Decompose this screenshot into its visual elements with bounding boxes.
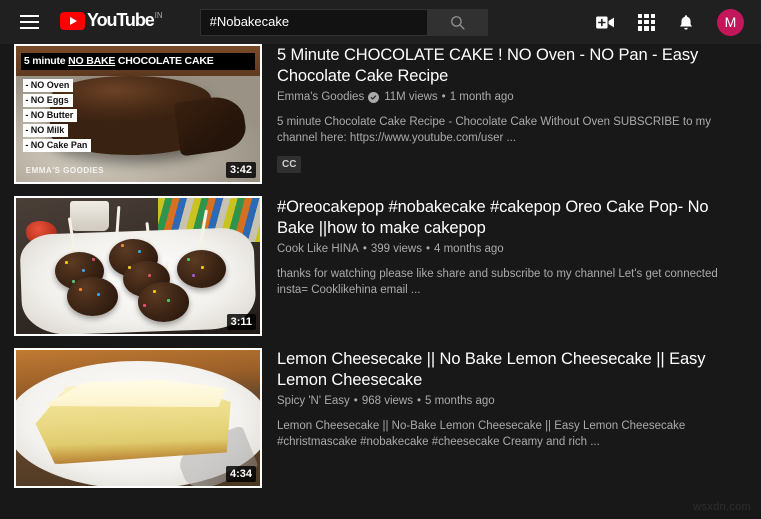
- youtube-logo[interactable]: YouTube IN: [60, 10, 163, 34]
- video-description: Lemon Cheesecake || No-Bake Lemon Cheese…: [277, 420, 686, 448]
- thumbnail-bullet: - NO Eggs: [23, 93, 73, 107]
- meta-separator: •: [362, 243, 367, 255]
- search-result-item[interactable]: 3:11 #Oreocakepop #nobakecake #cakepop O…: [0, 196, 761, 336]
- masthead: YouTube IN #Nobakecake M: [0, 0, 761, 44]
- search-input[interactable]: #Nobakecake: [199, 8, 428, 36]
- video-duration-badge: 3:42: [225, 162, 256, 178]
- video-thumbnail[interactable]: 5 minute NO BAKE CHOCOLATE CAKE - NO Ove…: [14, 44, 262, 184]
- thumbnail-channel-watermark: EMMA'S GOODIES: [25, 166, 104, 176]
- upload-age: 5 months ago: [424, 395, 495, 407]
- thumbnail-headline: 5 minute NO BAKE CHOCOLATE CAKE: [20, 52, 256, 70]
- view-count: 11M views: [384, 91, 438, 103]
- youtube-play-icon: [60, 12, 85, 30]
- create-video-icon[interactable]: [595, 14, 616, 31]
- youtube-search-page: YouTube IN #Nobakecake M 5 minute NO BAK…: [0, 0, 761, 519]
- search-query-text: #Nobakecake: [209, 14, 290, 29]
- guide-menu-icon[interactable]: [10, 3, 48, 41]
- lemon-cheesecake-thumbnail: [16, 350, 260, 486]
- video-thumbnail[interactable]: 3:11: [14, 196, 262, 336]
- view-count: 968 views: [361, 395, 413, 407]
- view-count: 399 views: [370, 243, 422, 255]
- video-title[interactable]: Lemon Cheesecake || No Bake Lemon Cheese…: [277, 349, 747, 391]
- upload-age: 4 months ago: [434, 243, 504, 255]
- channel-name[interactable]: Cook Like HINA: [277, 242, 359, 257]
- video-duration-badge: 4:34: [225, 466, 256, 482]
- meta-separator: •: [441, 91, 446, 103]
- search-icon: [450, 15, 465, 30]
- video-meta: Emma's Goodies 11M views • 1 month ago: [277, 90, 747, 105]
- search-area: #Nobakecake: [199, 8, 488, 36]
- video-meta: Spicy 'N' Easy • 968 views • 5 months ag…: [277, 394, 747, 409]
- avatar[interactable]: M: [717, 8, 744, 36]
- video-info: Lemon Cheesecake || No Bake Lemon Cheese…: [262, 348, 761, 488]
- meta-separator: •: [416, 395, 421, 407]
- search-button[interactable]: [427, 8, 488, 36]
- closed-captions-badge: CC: [277, 156, 302, 173]
- channel-name[interactable]: Emma's Goodies: [277, 90, 364, 105]
- thumbnail-bullet: - NO Butter: [23, 108, 78, 122]
- cake-pops-thumbnail: [16, 198, 260, 334]
- thumbnail-bullets: - NO Oven - NO Eggs - NO Butter - NO Mil…: [23, 78, 92, 152]
- youtube-apps-icon[interactable]: [638, 13, 655, 31]
- video-thumbnail[interactable]: 4:34: [14, 348, 262, 488]
- header-actions: M: [595, 8, 744, 36]
- youtube-country-code: IN: [154, 11, 163, 20]
- thumbnail-bullet: - NO Cake Pan: [23, 138, 92, 152]
- youtube-wordmark: YouTube: [87, 10, 155, 30]
- search-result-item[interactable]: 4:34 Lemon Cheesecake || No Bake Lemon C…: [0, 348, 761, 488]
- video-meta: Cook Like HINA • 399 views • 4 months ag…: [277, 242, 747, 257]
- video-title[interactable]: 5 Minute CHOCOLATE CAKE ! NO Oven - NO P…: [277, 45, 747, 87]
- notifications-bell-icon[interactable]: [677, 13, 695, 32]
- channel-name[interactable]: Spicy 'N' Easy: [277, 394, 350, 409]
- meta-separator: •: [425, 243, 431, 255]
- video-title[interactable]: #Oreocakepop #nobakecake #cakepop Oreo C…: [277, 197, 747, 239]
- search-results-list[interactable]: 5 minute NO BAKE CHOCOLATE CAKE - NO Ove…: [0, 44, 761, 519]
- thumbnail-bullet: - NO Milk: [23, 123, 69, 137]
- video-duration-badge: 3:11: [226, 314, 256, 330]
- upload-age: 1 month ago: [449, 91, 514, 103]
- chocolate-cake-thumbnail: 5 minute NO BAKE CHOCOLATE CAKE - NO Ove…: [16, 46, 260, 182]
- meta-separator: •: [353, 395, 358, 407]
- video-description: thanks for watching please like share an…: [277, 268, 718, 296]
- video-description: 5 minute Chocolate Cake Recipe - Chocola…: [277, 116, 711, 144]
- video-info: #Oreocakepop #nobakecake #cakepop Oreo C…: [262, 196, 761, 336]
- thumbnail-bullet: - NO Oven: [23, 78, 74, 92]
- verified-badge-icon: [368, 92, 380, 103]
- video-info: 5 Minute CHOCOLATE CAKE ! NO Oven - NO P…: [262, 44, 761, 184]
- search-result-item[interactable]: 5 minute NO BAKE CHOCOLATE CAKE - NO Ove…: [0, 44, 761, 184]
